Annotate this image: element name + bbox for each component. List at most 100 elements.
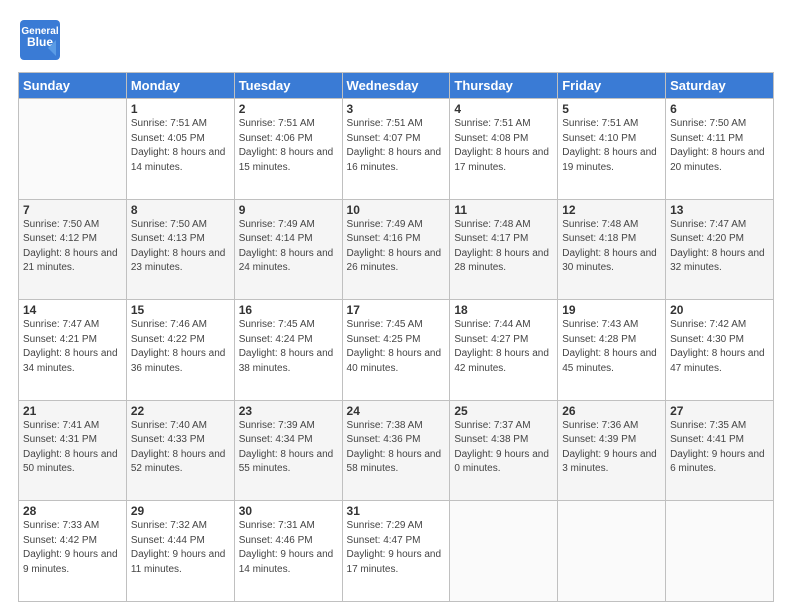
- day-number: 16: [239, 303, 338, 317]
- calendar-cell: 28Sunrise: 7:33 AM Sunset: 4:42 PM Dayli…: [19, 501, 127, 602]
- day-number: 17: [347, 303, 446, 317]
- day-info: Sunrise: 7:33 AM Sunset: 4:42 PM Dayligh…: [23, 519, 122, 577]
- calendar-cell: 15Sunrise: 7:46 AM Sunset: 4:22 PM Dayli…: [126, 300, 234, 401]
- calendar-cell: 8Sunrise: 7:50 AM Sunset: 4:13 PM Daylig…: [126, 199, 234, 300]
- calendar-cell: 10Sunrise: 7:49 AM Sunset: 4:16 PM Dayli…: [342, 199, 450, 300]
- calendar-cell: 21Sunrise: 7:41 AM Sunset: 4:31 PM Dayli…: [19, 400, 127, 501]
- calendar-week-row: 14Sunrise: 7:47 AM Sunset: 4:21 PM Dayli…: [19, 300, 774, 401]
- day-info: Sunrise: 7:50 AM Sunset: 4:13 PM Dayligh…: [131, 218, 230, 276]
- calendar-cell: 30Sunrise: 7:31 AM Sunset: 4:46 PM Dayli…: [234, 501, 342, 602]
- day-number: 13: [670, 203, 769, 217]
- weekday-header: Saturday: [666, 73, 774, 99]
- day-info: Sunrise: 7:49 AM Sunset: 4:14 PM Dayligh…: [239, 218, 338, 276]
- day-info: Sunrise: 7:49 AM Sunset: 4:16 PM Dayligh…: [347, 218, 446, 276]
- page: General Blue SundayMondayTuesdayWednesda…: [0, 0, 792, 612]
- day-number: 19: [562, 303, 661, 317]
- calendar-cell: 3Sunrise: 7:51 AM Sunset: 4:07 PM Daylig…: [342, 99, 450, 200]
- weekday-header: Tuesday: [234, 73, 342, 99]
- day-info: Sunrise: 7:51 AM Sunset: 4:07 PM Dayligh…: [347, 117, 446, 175]
- day-info: Sunrise: 7:31 AM Sunset: 4:46 PM Dayligh…: [239, 519, 338, 577]
- calendar-cell: 18Sunrise: 7:44 AM Sunset: 4:27 PM Dayli…: [450, 300, 558, 401]
- day-info: Sunrise: 7:48 AM Sunset: 4:18 PM Dayligh…: [562, 218, 661, 276]
- day-info: Sunrise: 7:50 AM Sunset: 4:11 PM Dayligh…: [670, 117, 769, 175]
- calendar-cell: 20Sunrise: 7:42 AM Sunset: 4:30 PM Dayli…: [666, 300, 774, 401]
- day-number: 4: [454, 102, 553, 116]
- day-number: 27: [670, 404, 769, 418]
- calendar-cell: 7Sunrise: 7:50 AM Sunset: 4:12 PM Daylig…: [19, 199, 127, 300]
- weekday-header: Thursday: [450, 73, 558, 99]
- day-info: Sunrise: 7:47 AM Sunset: 4:21 PM Dayligh…: [23, 318, 122, 376]
- header: General Blue: [18, 18, 774, 62]
- day-info: Sunrise: 7:42 AM Sunset: 4:30 PM Dayligh…: [670, 318, 769, 376]
- day-number: 22: [131, 404, 230, 418]
- day-number: 11: [454, 203, 553, 217]
- calendar-cell: [450, 501, 558, 602]
- day-number: 29: [131, 504, 230, 518]
- day-number: 20: [670, 303, 769, 317]
- calendar-cell: 17Sunrise: 7:45 AM Sunset: 4:25 PM Dayli…: [342, 300, 450, 401]
- day-info: Sunrise: 7:41 AM Sunset: 4:31 PM Dayligh…: [23, 419, 122, 477]
- logo: General Blue: [18, 18, 62, 62]
- calendar-cell: 12Sunrise: 7:48 AM Sunset: 4:18 PM Dayli…: [558, 199, 666, 300]
- calendar-cell: [558, 501, 666, 602]
- day-info: Sunrise: 7:39 AM Sunset: 4:34 PM Dayligh…: [239, 419, 338, 477]
- calendar-cell: 5Sunrise: 7:51 AM Sunset: 4:10 PM Daylig…: [558, 99, 666, 200]
- day-number: 12: [562, 203, 661, 217]
- weekday-header: Wednesday: [342, 73, 450, 99]
- day-info: Sunrise: 7:50 AM Sunset: 4:12 PM Dayligh…: [23, 218, 122, 276]
- day-info: Sunrise: 7:37 AM Sunset: 4:38 PM Dayligh…: [454, 419, 553, 477]
- calendar-cell: 31Sunrise: 7:29 AM Sunset: 4:47 PM Dayli…: [342, 501, 450, 602]
- day-info: Sunrise: 7:45 AM Sunset: 4:25 PM Dayligh…: [347, 318, 446, 376]
- calendar-header-row: SundayMondayTuesdayWednesdayThursdayFrid…: [19, 73, 774, 99]
- day-number: 5: [562, 102, 661, 116]
- calendar-cell: [666, 501, 774, 602]
- weekday-header: Friday: [558, 73, 666, 99]
- day-number: 8: [131, 203, 230, 217]
- calendar-week-row: 28Sunrise: 7:33 AM Sunset: 4:42 PM Dayli…: [19, 501, 774, 602]
- day-info: Sunrise: 7:51 AM Sunset: 4:05 PM Dayligh…: [131, 117, 230, 175]
- day-info: Sunrise: 7:38 AM Sunset: 4:36 PM Dayligh…: [347, 419, 446, 477]
- calendar-cell: 19Sunrise: 7:43 AM Sunset: 4:28 PM Dayli…: [558, 300, 666, 401]
- day-number: 23: [239, 404, 338, 418]
- day-number: 28: [23, 504, 122, 518]
- calendar-cell: [19, 99, 127, 200]
- calendar-cell: 1Sunrise: 7:51 AM Sunset: 4:05 PM Daylig…: [126, 99, 234, 200]
- day-number: 7: [23, 203, 122, 217]
- calendar-cell: 13Sunrise: 7:47 AM Sunset: 4:20 PM Dayli…: [666, 199, 774, 300]
- weekday-header: Monday: [126, 73, 234, 99]
- calendar-cell: 26Sunrise: 7:36 AM Sunset: 4:39 PM Dayli…: [558, 400, 666, 501]
- day-number: 1: [131, 102, 230, 116]
- logo-icon: General Blue: [18, 18, 62, 62]
- calendar-week-row: 1Sunrise: 7:51 AM Sunset: 4:05 PM Daylig…: [19, 99, 774, 200]
- weekday-header: Sunday: [19, 73, 127, 99]
- calendar-cell: 14Sunrise: 7:47 AM Sunset: 4:21 PM Dayli…: [19, 300, 127, 401]
- day-info: Sunrise: 7:51 AM Sunset: 4:08 PM Dayligh…: [454, 117, 553, 175]
- calendar-cell: 4Sunrise: 7:51 AM Sunset: 4:08 PM Daylig…: [450, 99, 558, 200]
- day-number: 30: [239, 504, 338, 518]
- day-info: Sunrise: 7:29 AM Sunset: 4:47 PM Dayligh…: [347, 519, 446, 577]
- calendar-cell: 11Sunrise: 7:48 AM Sunset: 4:17 PM Dayli…: [450, 199, 558, 300]
- calendar-cell: 22Sunrise: 7:40 AM Sunset: 4:33 PM Dayli…: [126, 400, 234, 501]
- calendar-cell: 6Sunrise: 7:50 AM Sunset: 4:11 PM Daylig…: [666, 99, 774, 200]
- day-number: 2: [239, 102, 338, 116]
- calendar-cell: 23Sunrise: 7:39 AM Sunset: 4:34 PM Dayli…: [234, 400, 342, 501]
- day-info: Sunrise: 7:43 AM Sunset: 4:28 PM Dayligh…: [562, 318, 661, 376]
- day-info: Sunrise: 7:47 AM Sunset: 4:20 PM Dayligh…: [670, 218, 769, 276]
- day-info: Sunrise: 7:45 AM Sunset: 4:24 PM Dayligh…: [239, 318, 338, 376]
- calendar-cell: 9Sunrise: 7:49 AM Sunset: 4:14 PM Daylig…: [234, 199, 342, 300]
- day-number: 10: [347, 203, 446, 217]
- day-number: 24: [347, 404, 446, 418]
- day-number: 6: [670, 102, 769, 116]
- day-info: Sunrise: 7:46 AM Sunset: 4:22 PM Dayligh…: [131, 318, 230, 376]
- calendar-cell: 25Sunrise: 7:37 AM Sunset: 4:38 PM Dayli…: [450, 400, 558, 501]
- day-number: 15: [131, 303, 230, 317]
- calendar-cell: 2Sunrise: 7:51 AM Sunset: 4:06 PM Daylig…: [234, 99, 342, 200]
- day-info: Sunrise: 7:35 AM Sunset: 4:41 PM Dayligh…: [670, 419, 769, 477]
- calendar-week-row: 7Sunrise: 7:50 AM Sunset: 4:12 PM Daylig…: [19, 199, 774, 300]
- calendar-cell: 16Sunrise: 7:45 AM Sunset: 4:24 PM Dayli…: [234, 300, 342, 401]
- day-info: Sunrise: 7:51 AM Sunset: 4:06 PM Dayligh…: [239, 117, 338, 175]
- day-info: Sunrise: 7:40 AM Sunset: 4:33 PM Dayligh…: [131, 419, 230, 477]
- day-info: Sunrise: 7:51 AM Sunset: 4:10 PM Dayligh…: [562, 117, 661, 175]
- day-number: 26: [562, 404, 661, 418]
- day-number: 9: [239, 203, 338, 217]
